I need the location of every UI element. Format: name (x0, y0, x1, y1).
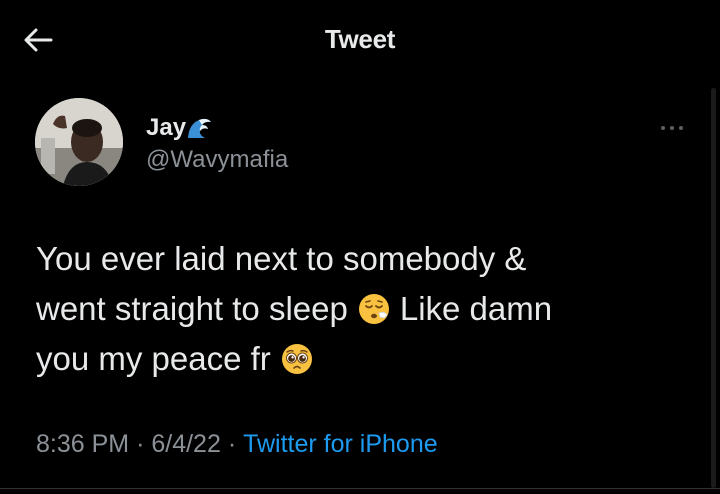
tweet-date: 6/4/22 (151, 430, 221, 458)
tweet-author: Jay @Wavymafia (146, 112, 288, 174)
profile-photo (35, 98, 123, 186)
display-name-row[interactable]: Jay (146, 112, 288, 144)
more-options-icon (661, 126, 683, 130)
tweet-text-line: went straight to sleep Like damn (36, 284, 686, 334)
tweet-text-segment: went straight to sleep (36, 290, 348, 327)
tweet-time: 8:36 PM (36, 430, 130, 458)
meta-separator: · (227, 430, 237, 458)
page-title: Tweet (324, 24, 396, 54)
pleading-face-emoji (281, 344, 312, 374)
user-handle[interactable]: @Wavymafia (146, 146, 288, 174)
relieved-sleepy-face-emoji (358, 294, 389, 324)
tweet-text-segment: You ever laid next to somebody & (36, 240, 527, 277)
display-name: Jay (146, 114, 187, 141)
tweet-text-line: you my peace fr (36, 334, 686, 384)
divider (0, 488, 720, 489)
meta-separator: · (136, 430, 145, 458)
water-wave-emoji (188, 118, 212, 138)
tweet-source-link[interactable]: Twitter for iPhone (243, 430, 438, 459)
tweet-text: You ever laid next to somebody & went st… (36, 234, 686, 384)
tweet-text-segment: you my peace fr (36, 340, 271, 377)
top-bar: Tweet (0, 0, 720, 80)
scrollbar[interactable] (711, 88, 716, 488)
tweet-text-segment: Like damn (399, 290, 553, 327)
avatar[interactable] (35, 98, 123, 186)
tweet-text-line: You ever laid next to somebody & (36, 234, 686, 284)
more-options-button[interactable] (652, 118, 692, 138)
tweet-metadata: 8:36 PM · 6/4/22 · Twitter for iPhone (36, 430, 438, 459)
